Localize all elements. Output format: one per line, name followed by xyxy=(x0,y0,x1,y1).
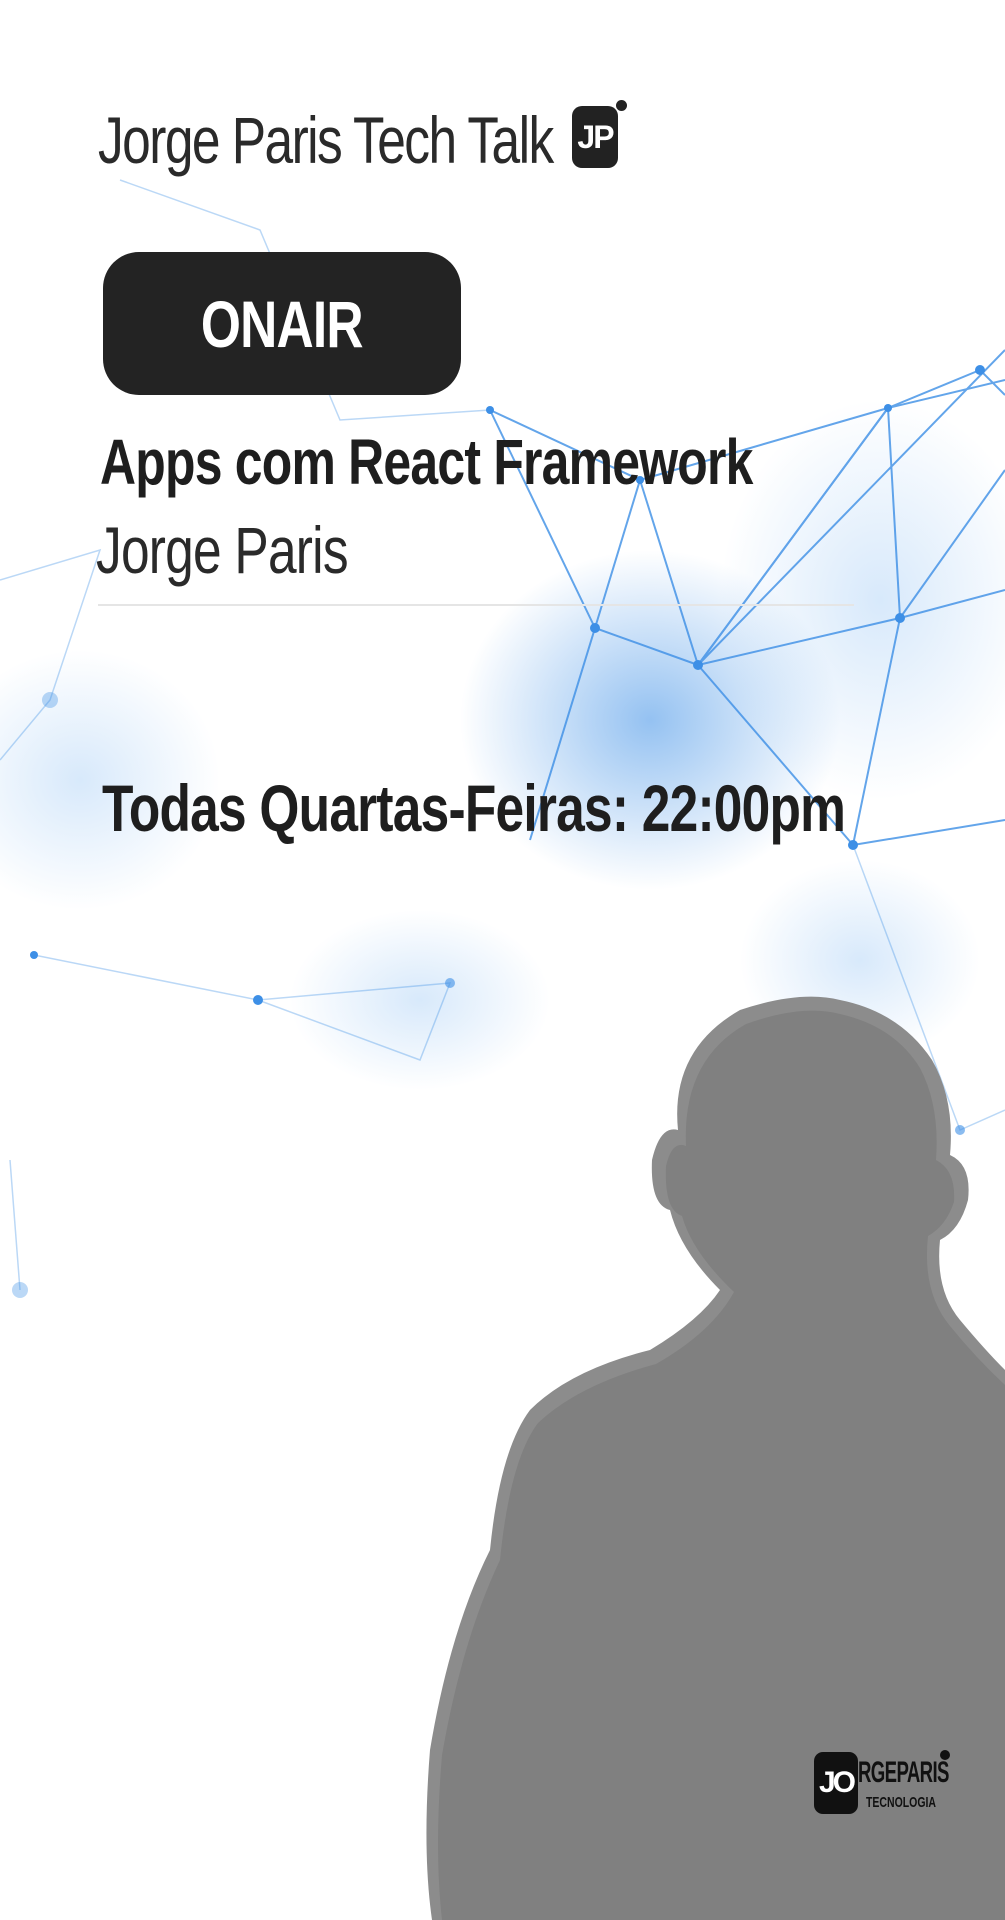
jp-logo-dot-icon xyxy=(616,100,627,111)
jorgeparis-logo-icon: JO RGEPARIS TECNOLOGIA xyxy=(814,1750,954,1816)
footer-logo-mark: JO xyxy=(814,1752,858,1814)
footer-logo-dot-icon xyxy=(940,1750,950,1760)
brand-title: Jorge Paris Tech Talk xyxy=(98,103,554,177)
onair-badge: ONAIR xyxy=(103,252,461,395)
schedule-text: Todas Quartas-Feiras: 22:00pm xyxy=(102,771,846,845)
speaker-name: Jorge Paris xyxy=(96,513,349,587)
divider xyxy=(98,604,854,606)
footer-logo-sub: TECNOLOGIA xyxy=(866,1794,936,1811)
jp-logo-icon: JP xyxy=(572,106,618,168)
onair-label: ONAIR xyxy=(201,286,364,361)
footer-logo-name: RGEPARIS xyxy=(858,1756,949,1789)
talk-title: Apps com React Framework xyxy=(100,426,753,498)
header: Jorge Paris Tech Talk JP xyxy=(98,100,658,178)
